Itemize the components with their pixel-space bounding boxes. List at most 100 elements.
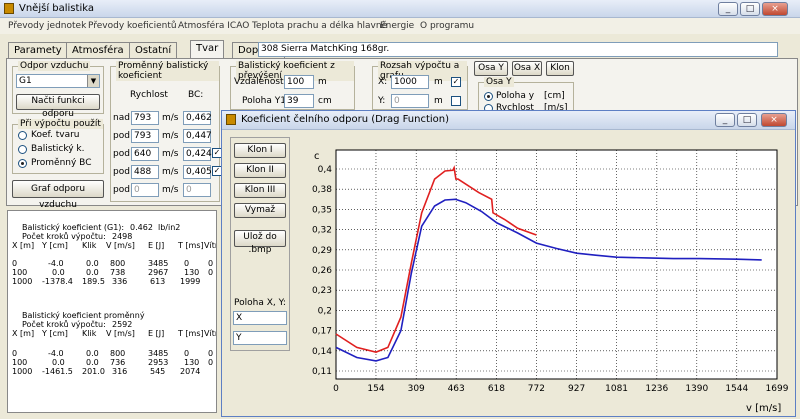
main-maximize-button[interactable]: □ xyxy=(740,2,760,16)
clone-3-button[interactable]: Klon III xyxy=(234,183,286,198)
radio-variable-bc[interactable] xyxy=(18,159,27,168)
drag-graph-button[interactable]: Graf odporu vzduchu xyxy=(12,180,104,210)
clear-button[interactable]: Vymaž xyxy=(234,203,286,218)
radio-variable-bc-label: Proměnný BC xyxy=(31,158,92,168)
range-y-label: Y: xyxy=(378,96,386,106)
y-tick-label: 0,23 xyxy=(312,286,332,296)
b2-r3-y: -1461.5 xyxy=(42,367,73,376)
bc-row3-value[interactable]: 0,424 xyxy=(183,147,212,161)
bc-row1-value[interactable]: 0,462 xyxy=(183,111,212,125)
header-e: E [J] xyxy=(148,241,165,250)
radio-position-y-label: Poloha y xyxy=(496,91,535,101)
position-x-field[interactable]: X xyxy=(233,311,287,325)
b1-r2-y: 0.0 xyxy=(52,268,65,277)
menu-item-powder-temp[interactable]: Teplota prachu a délka hlavně xyxy=(252,21,387,31)
bc-row1-unit: m/s xyxy=(162,113,179,123)
position-y1-input[interactable]: 39 xyxy=(284,94,314,108)
x-tick-label: 1699 xyxy=(766,384,789,394)
radio-ballistic-coef[interactable] xyxy=(18,145,27,154)
tab-shape[interactable]: Tvar xyxy=(190,40,225,59)
clone-1-button[interactable]: Klon I xyxy=(234,143,286,158)
b1-r2-w: 0 xyxy=(208,268,214,277)
bc-row2-value[interactable]: 0,447 xyxy=(183,129,212,143)
tab-other[interactable]: Ostatní xyxy=(129,42,178,58)
b1-r2-e: 2967 xyxy=(148,268,169,277)
b2-header-v: V [m/s] xyxy=(106,329,135,338)
b1-steps-label: Počet kroků výpočtu: xyxy=(22,232,106,241)
drag-close-button[interactable]: × xyxy=(761,113,787,127)
b2-r3-click: 201.0 xyxy=(82,367,105,376)
menu-item-coef-conversion[interactable]: Převody koeficientů xyxy=(88,21,177,31)
axis-x-button[interactable]: Osa X xyxy=(512,61,542,76)
bc-row3-speed[interactable]: 640 xyxy=(131,147,159,161)
bc-row4-speed[interactable]: 488 xyxy=(131,165,159,179)
clone-button[interactable]: Klon xyxy=(546,61,574,76)
chevron-down-icon[interactable]: ▼ xyxy=(87,75,99,87)
bc-row4-label: pod xyxy=(113,167,130,177)
results-output[interactable]: Balistický koeficient (G1): 0.462 lb/in2… xyxy=(7,210,217,413)
menu-item-unit-conversion[interactable]: Převody jednotek xyxy=(8,21,86,31)
bc-bc-header: BC: xyxy=(188,90,204,100)
bc-row1-speed[interactable]: 793 xyxy=(131,111,159,125)
bc-row2-label: pod xyxy=(113,131,130,141)
b2-r2-x: 100 xyxy=(12,358,28,367)
save-bmp-button[interactable]: Ulož do .bmp xyxy=(234,230,286,255)
b2-steps-label: Počet kroků výpočtu: xyxy=(22,320,106,329)
b1-r3-click: 189.5 xyxy=(82,277,105,286)
bc-row2-speed[interactable]: 793 xyxy=(131,129,159,143)
b2-r2-click: 0.0 xyxy=(86,358,99,367)
menu-item-atmosphere[interactable]: Atmosféra ICAO xyxy=(178,21,249,31)
tab-atmosphere[interactable]: Atmosféra xyxy=(66,42,130,58)
b2-header-wind: Vítr [ xyxy=(204,329,217,338)
x-tick-label: 1236 xyxy=(645,384,668,394)
menu-item-about[interactable]: O programu xyxy=(420,21,474,31)
main-titlebar[interactable]: Vnější balistika xyxy=(0,0,800,18)
bc-row5-speed[interactable]: 0 xyxy=(131,183,159,197)
bc-row5-label: pod xyxy=(113,185,130,195)
bc-row4-value[interactable]: 0,405 xyxy=(183,165,212,179)
range-x-input[interactable]: 1000 xyxy=(391,75,429,89)
bc-row2-unit: m/s xyxy=(162,131,179,141)
b2-header-x: X [m] xyxy=(12,329,35,338)
distance-input[interactable]: 100 xyxy=(284,75,314,89)
drag-function-select[interactable]: G1 ▼ xyxy=(16,74,100,88)
tab-parameters[interactable]: Paramety xyxy=(8,42,68,58)
menu-item-energy[interactable]: Energie xyxy=(380,21,414,31)
b1-r3-v: 336 xyxy=(112,277,128,286)
position-xy-label: Poloha X, Y: xyxy=(234,298,286,308)
main-minimize-button[interactable]: _ xyxy=(718,2,738,16)
b2-header-e: E [J] xyxy=(148,329,165,338)
y-tick-label: 0,11 xyxy=(312,367,332,377)
axis-y-group-title: Osa Y xyxy=(484,77,514,87)
x-tick-label: 154 xyxy=(367,384,384,394)
drag-minimize-button[interactable]: _ xyxy=(715,113,735,127)
distance-unit: m xyxy=(318,77,327,87)
range-x-checkbox[interactable]: ✓ xyxy=(451,77,461,87)
bc-row4-unit: m/s xyxy=(162,167,179,177)
header-wind: Vítr [ xyxy=(204,241,217,250)
b1-r3-e: 613 xyxy=(150,277,166,286)
range-y-input[interactable]: 0 xyxy=(391,94,429,108)
y-tick-label: 0,32 xyxy=(312,226,332,236)
drag-window-titlebar[interactable]: Koeficient čelního odporu (Drag Function… xyxy=(222,111,795,130)
radio-position-y[interactable] xyxy=(484,92,493,101)
position-y-field[interactable]: Y xyxy=(233,331,287,345)
cartridge-name-field[interactable]: 308 Sierra MatchKing 168gr. xyxy=(258,42,778,57)
bc-row5-value[interactable]: 0 xyxy=(183,183,211,197)
b1-r3-x: 1000 xyxy=(12,277,33,286)
drag-maximize-button[interactable]: □ xyxy=(737,113,757,127)
load-drag-function-button[interactable]: Načti funkci odporu xyxy=(16,94,100,119)
variable-bc-group-title: Proměnný balistický koeficient xyxy=(116,61,219,81)
main-close-button[interactable]: × xyxy=(762,2,788,16)
y-tick-label: 0,4 xyxy=(318,165,333,175)
radio-shape-coef[interactable] xyxy=(18,131,27,140)
drag-window-icon xyxy=(226,114,236,125)
b2-r1-e: 3485 xyxy=(148,349,169,358)
b2-header-y: Y [cm] xyxy=(42,329,68,338)
range-y-checkbox[interactable] xyxy=(451,96,461,106)
clone-2-button[interactable]: Klon II xyxy=(234,163,286,178)
bc-speed-header: Rychlost xyxy=(130,90,168,100)
axis-y-button[interactable]: Osa Y xyxy=(474,61,508,76)
radio-shape-coef-label: Koef. tvaru xyxy=(31,130,80,140)
app-icon xyxy=(4,3,14,14)
